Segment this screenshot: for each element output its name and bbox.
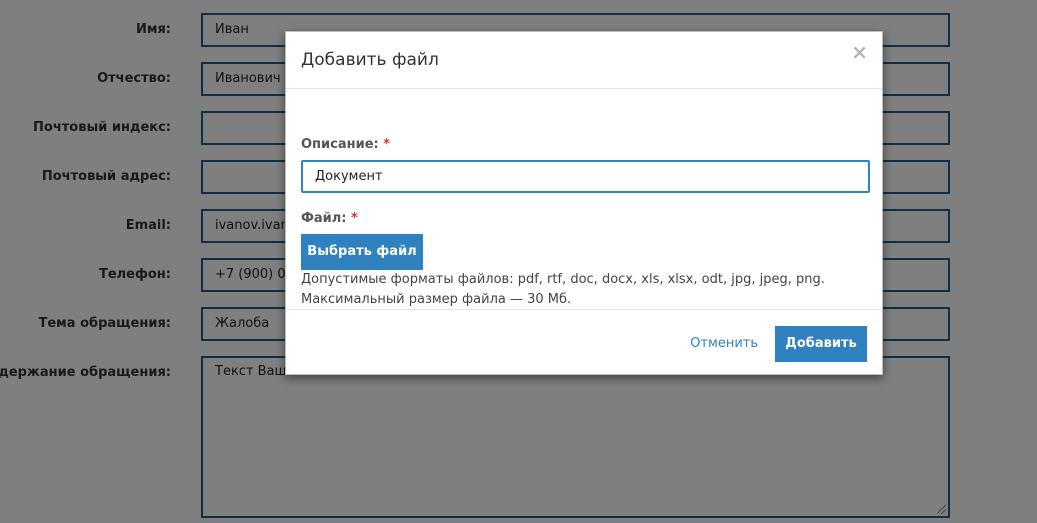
file-label-text: Файл: — [301, 211, 347, 226]
description-input[interactable]: Документ — [301, 160, 870, 193]
description-required-mark: * — [383, 137, 391, 152]
file-label: Файл: * — [301, 210, 358, 228]
close-icon[interactable]: × — [851, 42, 868, 62]
add-file-dialog: Добавить файл × Описание: * Документ Фай… — [285, 31, 883, 375]
page: Имя: Иван Отчество: Иванович Почтовый ин… — [0, 0, 1037, 523]
cancel-button[interactable]: Отменить — [690, 326, 758, 362]
max-size-hint: Максимальный размер файла — 30 Мб. — [301, 292, 572, 307]
dialog-header: Добавить файл × — [286, 32, 882, 89]
description-label: Описание: * — [301, 136, 390, 154]
dialog-title: Добавить файл — [301, 50, 439, 70]
description-label-text: Описание: — [301, 137, 379, 152]
dialog-footer: Отменить Добавить — [286, 309, 882, 376]
add-button[interactable]: Добавить — [775, 326, 867, 362]
allowed-formats-hint: Допустимые форматы файлов: pdf, rtf, doc… — [301, 272, 825, 287]
choose-file-button[interactable]: Выбрать файл — [301, 234, 423, 270]
file-required-mark: * — [351, 211, 358, 226]
